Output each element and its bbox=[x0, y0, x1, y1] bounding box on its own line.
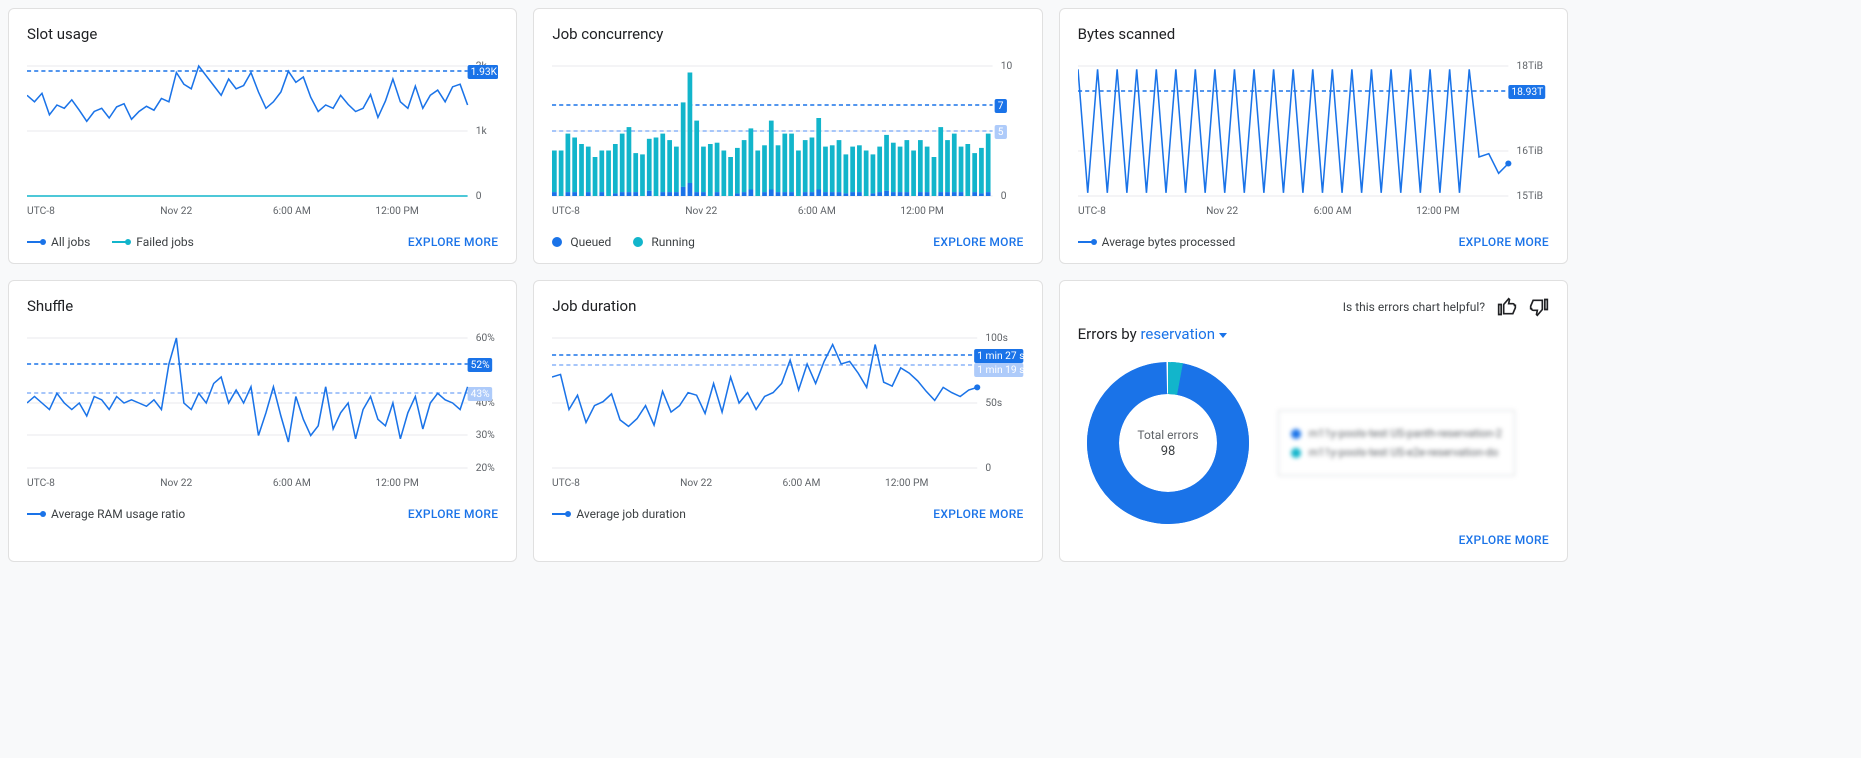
explore-more-link[interactable]: EXPLORE MORE bbox=[408, 235, 498, 249]
svg-text:Nov 22: Nov 22 bbox=[1206, 206, 1238, 217]
svg-text:1 min 19 sec: 1 min 19 sec bbox=[978, 365, 1024, 376]
bytes-scanned-card: Bytes scanned 18TiB 16TiB 15TiB 18.93T U… bbox=[1059, 8, 1568, 264]
duration-legend: Average job duration EXPLORE MORE bbox=[552, 507, 1023, 521]
errors-donut[interactable]: Total errors 98 bbox=[1078, 353, 1258, 533]
svg-text:UTC-8: UTC-8 bbox=[27, 478, 55, 489]
svg-text:6:00 AM: 6:00 AM bbox=[1313, 206, 1351, 217]
legend-ram-ratio[interactable]: Average RAM usage ratio bbox=[27, 507, 185, 521]
legend-running[interactable]: Running bbox=[633, 235, 695, 249]
dashboard-grid: Slot usage 2k 1k 0 1.93K UTC-8 Nov 22 6:… bbox=[8, 8, 1568, 562]
svg-text:Total errors: Total errors bbox=[1137, 428, 1198, 442]
bytes-legend: Average bytes processed EXPLORE MORE bbox=[1078, 235, 1549, 249]
svg-text:1k: 1k bbox=[476, 126, 488, 137]
svg-text:15TiB: 15TiB bbox=[1516, 191, 1542, 202]
explore-more-link[interactable]: EXPLORE MORE bbox=[408, 507, 498, 521]
job-duration-card: Job duration 100s 50s 0 1 min 27 sec 1 m… bbox=[533, 280, 1042, 562]
slot-usage-legend: All jobs Failed jobs EXPLORE MORE bbox=[27, 235, 498, 249]
svg-text:12:00 PM: 12:00 PM bbox=[375, 206, 418, 217]
svg-text:60%: 60% bbox=[476, 333, 495, 344]
errors-legend-box: m11y-pools-test US-panth-reservation-2 m… bbox=[1278, 410, 1515, 476]
svg-text:Nov 22: Nov 22 bbox=[680, 478, 712, 489]
svg-text:12:00 PM: 12:00 PM bbox=[1416, 206, 1459, 217]
legend-avg-duration[interactable]: Average job duration bbox=[552, 507, 686, 521]
legend-avg-bytes[interactable]: Average bytes processed bbox=[1078, 235, 1236, 249]
reservation-dropdown[interactable]: reservation bbox=[1140, 325, 1227, 343]
explore-more-link[interactable]: EXPLORE MORE bbox=[1459, 533, 1549, 547]
svg-text:1.93K: 1.93K bbox=[471, 67, 498, 78]
svg-text:12:00 PM: 12:00 PM bbox=[375, 478, 418, 489]
svg-text:Nov 22: Nov 22 bbox=[686, 206, 718, 217]
card-title: Slot usage bbox=[27, 25, 498, 43]
slot-usage-card: Slot usage 2k 1k 0 1.93K UTC-8 Nov 22 6:… bbox=[8, 8, 517, 264]
errors-card: Is this errors chart helpful? Errors by … bbox=[1059, 280, 1568, 562]
svg-text:30%: 30% bbox=[476, 430, 495, 441]
bytes-scanned-chart[interactable]: 18TiB 16TiB 15TiB 18.93T UTC-8 Nov 22 6:… bbox=[1078, 51, 1549, 221]
svg-text:18.93T: 18.93T bbox=[1511, 87, 1543, 98]
svg-text:43%: 43% bbox=[471, 389, 490, 400]
svg-text:Nov 22: Nov 22 bbox=[160, 206, 192, 217]
card-title: Shuffle bbox=[27, 297, 498, 315]
job-duration-chart[interactable]: 100s 50s 0 1 min 27 sec 1 min 19 sec UTC… bbox=[552, 323, 1023, 493]
svg-text:10: 10 bbox=[1001, 61, 1013, 72]
svg-text:UTC-8: UTC-8 bbox=[27, 206, 55, 217]
legend-failed-jobs[interactable]: Failed jobs bbox=[112, 235, 194, 249]
explore-more-link[interactable]: EXPLORE MORE bbox=[933, 507, 1023, 521]
svg-text:6:00 AM: 6:00 AM bbox=[273, 206, 311, 217]
shuffle-legend: Average RAM usage ratio EXPLORE MORE bbox=[27, 507, 498, 521]
job-concurrency-legend: Queued Running EXPLORE MORE bbox=[552, 235, 1023, 249]
card-title: Bytes scanned bbox=[1078, 25, 1549, 43]
legend-all-jobs[interactable]: All jobs bbox=[27, 235, 90, 249]
thumb-down-icon[interactable] bbox=[1529, 297, 1549, 317]
svg-text:1 min 27 sec: 1 min 27 sec bbox=[978, 351, 1024, 362]
svg-text:Nov 22: Nov 22 bbox=[160, 478, 192, 489]
shuffle-chart[interactable]: 60% 40% 30% 20% 52% 43% UTC-8 Nov 22 6:0… bbox=[27, 323, 498, 493]
svg-text:0: 0 bbox=[1001, 191, 1007, 202]
svg-text:16TiB: 16TiB bbox=[1516, 146, 1542, 157]
svg-text:0: 0 bbox=[986, 463, 992, 474]
job-concurrency-card: Job concurrency 10 5 0 7 5 UTC-8 Nov 22 … bbox=[533, 8, 1042, 264]
svg-text:5: 5 bbox=[998, 127, 1004, 138]
explore-more-link[interactable]: EXPLORE MORE bbox=[1459, 235, 1549, 249]
svg-text:6:00 AM: 6:00 AM bbox=[273, 478, 311, 489]
errors-title: Errors by reservation bbox=[1078, 325, 1549, 343]
svg-text:18TiB: 18TiB bbox=[1516, 61, 1542, 72]
svg-text:UTC-8: UTC-8 bbox=[552, 206, 580, 217]
svg-text:6:00 AM: 6:00 AM bbox=[798, 206, 836, 217]
svg-text:0: 0 bbox=[476, 191, 482, 202]
svg-text:100s: 100s bbox=[986, 333, 1009, 344]
svg-text:52%: 52% bbox=[471, 360, 490, 371]
chevron-down-icon bbox=[1219, 333, 1227, 338]
shuffle-card: Shuffle 60% 40% 30% 20% 52% 43% UTC-8 No… bbox=[8, 280, 517, 562]
svg-text:UTC-8: UTC-8 bbox=[1078, 206, 1106, 217]
feedback-text: Is this errors chart helpful? bbox=[1343, 300, 1485, 314]
svg-text:7: 7 bbox=[998, 101, 1004, 112]
svg-text:50s: 50s bbox=[986, 398, 1003, 409]
svg-text:UTC-8: UTC-8 bbox=[552, 478, 580, 489]
explore-more-link[interactable]: EXPLORE MORE bbox=[933, 235, 1023, 249]
thumb-up-icon[interactable] bbox=[1497, 297, 1517, 317]
legend-queued[interactable]: Queued bbox=[552, 235, 611, 249]
job-concurrency-chart[interactable]: 10 5 0 7 5 UTC-8 Nov 22 6:00 AM 12:00 PM bbox=[552, 51, 1023, 221]
svg-text:20%: 20% bbox=[476, 463, 495, 474]
svg-text:12:00 PM: 12:00 PM bbox=[885, 478, 928, 489]
svg-text:98: 98 bbox=[1160, 444, 1175, 459]
svg-text:6:00 AM: 6:00 AM bbox=[783, 478, 821, 489]
card-title: Job duration bbox=[552, 297, 1023, 315]
slot-usage-chart[interactable]: 2k 1k 0 1.93K UTC-8 Nov 22 6:00 AM 12:00… bbox=[27, 51, 498, 221]
feedback-bar: Is this errors chart helpful? bbox=[1078, 297, 1549, 317]
svg-text:12:00 PM: 12:00 PM bbox=[901, 206, 944, 217]
card-title: Job concurrency bbox=[552, 25, 1023, 43]
